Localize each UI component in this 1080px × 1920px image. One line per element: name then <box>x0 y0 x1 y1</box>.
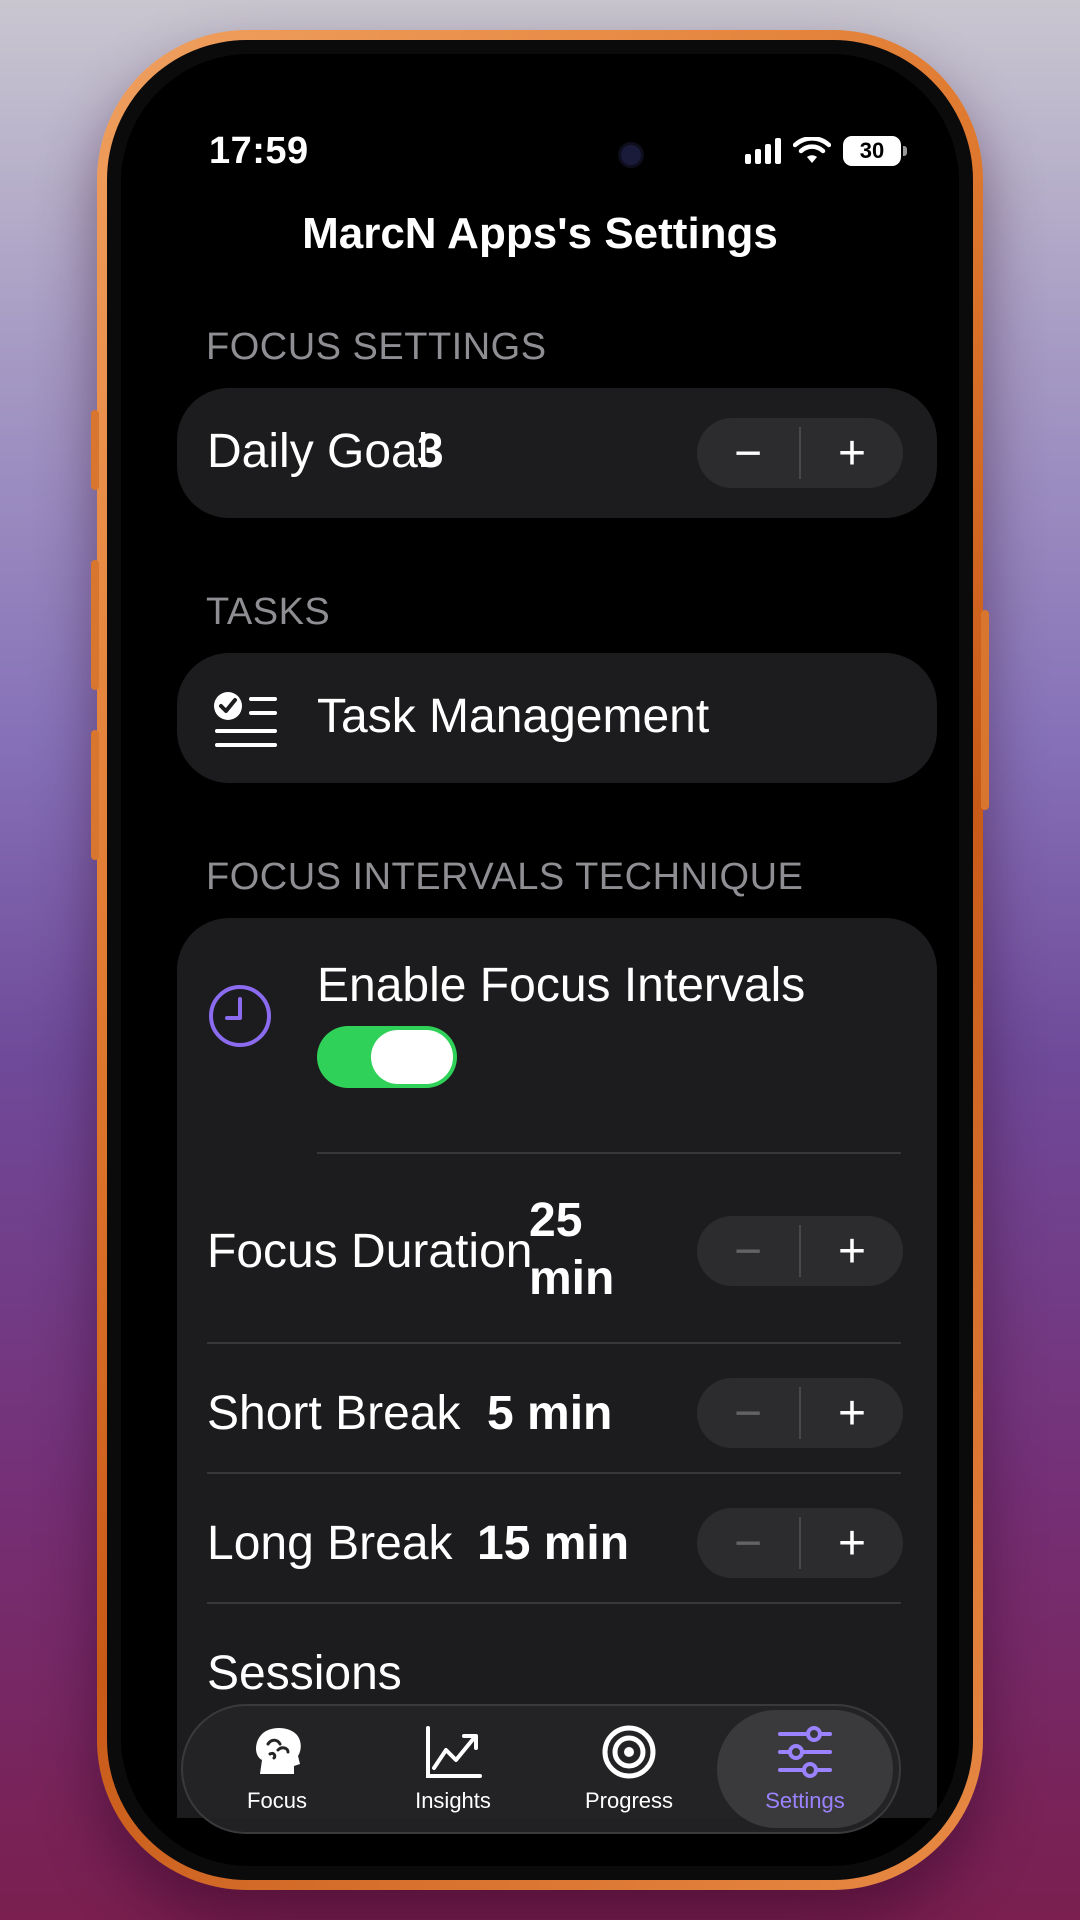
battery-icon: 30 <box>843 136 907 166</box>
power-button <box>981 610 989 810</box>
enable-focus-intervals-label: Enable Focus Intervals <box>317 959 806 1012</box>
short-break-stepper: − + <box>697 1378 903 1448</box>
screen: 17:59 30 MarcN Apps's Settings FOCUS SET… <box>121 54 959 1866</box>
daily-goal-label: Daily Goal <box>207 425 429 478</box>
daily-goal-decrement-button[interactable]: − <box>697 418 799 488</box>
status-bar: 17:59 30 <box>121 118 959 194</box>
long-break-decrement-button[interactable]: − <box>697 1508 799 1578</box>
focus-duration-label: Focus Duration <box>207 1225 533 1278</box>
volume-down-button <box>91 730 99 860</box>
daily-goal-stepper: − + <box>697 418 903 488</box>
status-icons: 30 <box>745 136 907 166</box>
checklist-icon <box>214 692 277 747</box>
tab-bar: Focus Insights Progress Settings <box>181 1704 901 1834</box>
brain-head-icon <box>256 1728 301 1774</box>
wifi-icon <box>793 137 831 163</box>
daily-goal-value: 3 <box>417 425 444 478</box>
tab-settings[interactable]: Settings <box>717 1710 893 1828</box>
camera-icon <box>618 142 644 168</box>
short-break-increment-button[interactable]: + <box>801 1378 903 1448</box>
focus-duration-stepper: − + <box>697 1216 903 1286</box>
task-management-row[interactable]: Task Management <box>177 653 937 783</box>
volume-up-button <box>91 560 99 690</box>
row-divider <box>207 1602 901 1604</box>
section-focus-intervals: FOCUS INTERVALS TECHNIQUE <box>206 856 804 898</box>
row-divider <box>207 1342 901 1344</box>
long-break-stepper: − + <box>697 1508 903 1578</box>
focus-duration-number: 25 <box>529 1194 583 1247</box>
sessions-label: Sessions <box>207 1647 402 1700</box>
tab-insights[interactable]: Insights <box>365 1710 541 1828</box>
section-focus-settings: FOCUS SETTINGS <box>206 326 547 368</box>
tab-focus-label: Focus <box>247 1788 307 1813</box>
section-tasks: TASKS <box>206 591 331 633</box>
phone-bezel: 17:59 30 MarcN Apps's Settings FOCUS SET… <box>107 40 973 1880</box>
sliders-icon <box>778 1726 832 1778</box>
focus-duration-value: 25 min <box>529 1192 614 1308</box>
long-break-label: Long Break <box>207 1517 453 1570</box>
short-break-decrement-button[interactable]: − <box>697 1378 799 1448</box>
focus-duration-decrement-button[interactable]: − <box>697 1216 799 1286</box>
cellular-signal-icon <box>745 138 781 164</box>
focus-duration-unit: min <box>529 1252 615 1305</box>
tab-progress[interactable]: Progress <box>541 1710 717 1828</box>
page-title: MarcN Apps's Settings <box>302 209 778 258</box>
row-divider <box>317 1152 901 1154</box>
tab-focus[interactable]: Focus <box>189 1710 365 1828</box>
status-time: 17:59 <box>209 130 309 172</box>
action-button <box>91 410 99 490</box>
toggle-knob <box>371 1030 453 1084</box>
tab-settings-label: Settings <box>765 1788 845 1813</box>
daily-goal-increment-button[interactable]: + <box>801 418 903 488</box>
target-icon <box>602 1725 656 1779</box>
long-break-increment-button[interactable]: + <box>801 1508 903 1578</box>
focus-duration-increment-button[interactable]: + <box>801 1216 903 1286</box>
chart-icon <box>426 1726 482 1778</box>
enable-focus-intervals-toggle[interactable] <box>317 1026 457 1088</box>
long-break-value: 15 min <box>477 1517 630 1570</box>
phone-frame: 17:59 30 MarcN Apps's Settings FOCUS SET… <box>91 30 989 1890</box>
row-divider <box>207 1472 901 1474</box>
clock-icon <box>209 985 271 1047</box>
short-break-label: Short Break <box>207 1387 461 1440</box>
short-break-value: 5 min <box>487 1387 613 1440</box>
tab-insights-label: Insights <box>415 1788 491 1813</box>
task-management-label: Task Management <box>317 690 710 743</box>
focus-intervals-card: Enable Focus Intervals Focus Duration 25… <box>177 918 937 1818</box>
tab-progress-label: Progress <box>584 1788 674 1813</box>
daily-goal-card: Daily Goal 3 − + <box>177 388 937 518</box>
